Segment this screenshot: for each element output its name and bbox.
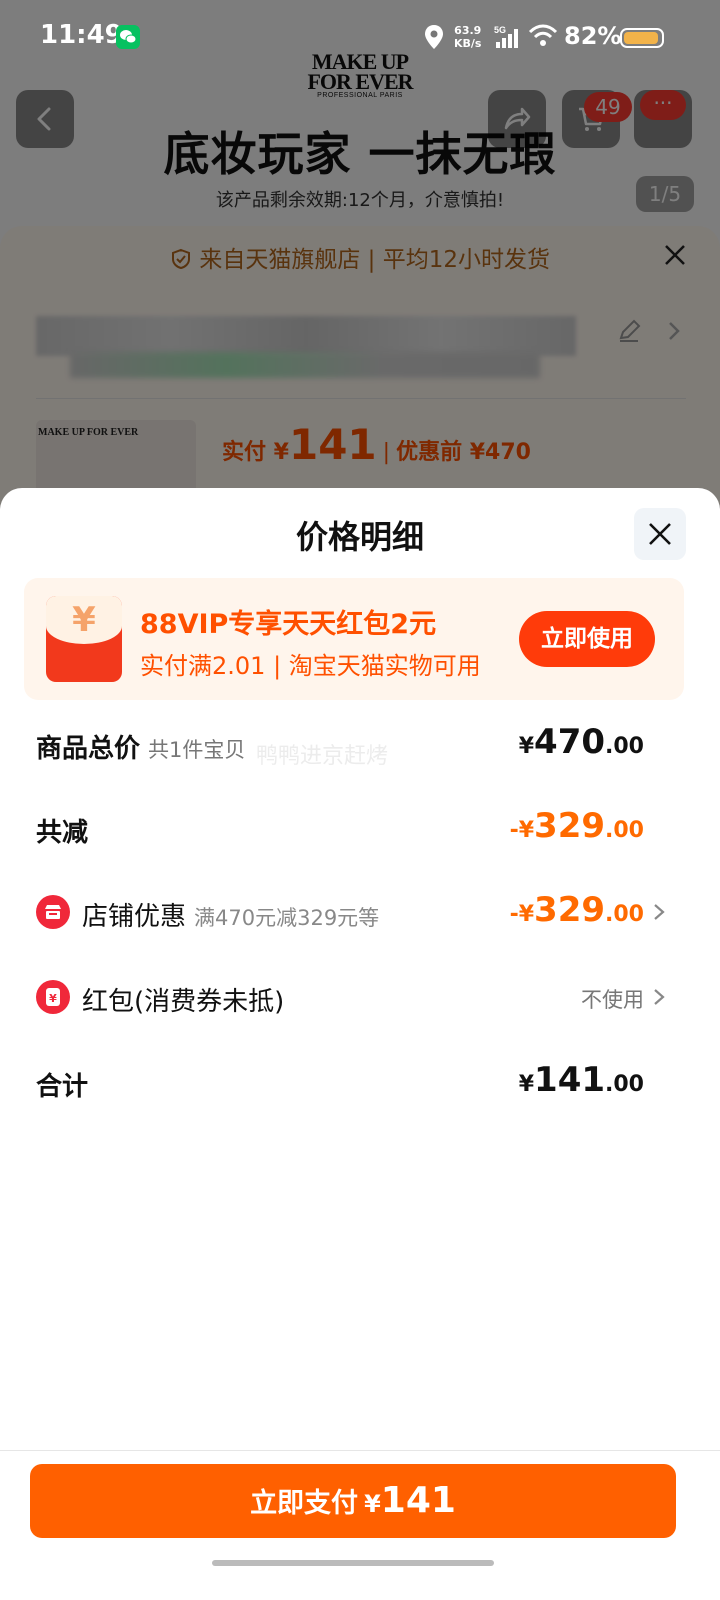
sheet-title: 价格明细	[295, 518, 424, 556]
wechat-icon	[116, 25, 140, 49]
pay-now-button[interactable]: 立即支付 ¥141	[30, 1464, 676, 1538]
red-packet-row[interactable]: 红包(消费券未抵)	[82, 981, 284, 1018]
status-bar: 11:49 63.9 KB/s 5G 82%	[0, 0, 720, 74]
status-time: 11:49	[40, 20, 123, 50]
chevron-right-icon[interactable]	[652, 987, 666, 1007]
store-discount-row[interactable]: 店铺优惠 满470元减329元等	[82, 896, 379, 933]
total-label: 合计	[36, 1072, 89, 1102]
store-discount-amount: -¥329.00	[509, 890, 644, 930]
red-packet-value[interactable]: 不使用	[581, 984, 644, 1014]
red-packet-small-icon: ¥	[36, 980, 70, 1014]
item-count: 共1件宝贝	[148, 738, 246, 762]
sheet-close-button[interactable]	[634, 508, 686, 560]
promo-subtitle: 实付满2.01 | 淘宝天猫实物可用	[140, 652, 481, 680]
close-icon	[649, 523, 671, 545]
use-now-button[interactable]: 立即使用	[519, 611, 655, 667]
svg-text:5G: 5G	[494, 25, 506, 35]
chevron-right-icon[interactable]	[652, 902, 666, 922]
battery-icon	[620, 28, 664, 48]
location-icon	[425, 25, 443, 49]
total-discount-amount: -¥329.00	[509, 806, 644, 846]
red-packet-icon: ¥	[46, 596, 122, 682]
battery-percent: 82%	[564, 22, 622, 50]
subtotal-amount: ¥470.00	[518, 722, 644, 762]
promo-title: 88VIP专享天天红包2元	[140, 609, 437, 640]
subtotal-label: 商品总价 共1件宝贝	[36, 734, 246, 764]
svg-text:¥: ¥	[49, 992, 57, 1005]
total-amount: ¥141.00	[518, 1060, 644, 1100]
store-discount-rule: 满470元减329元等	[194, 906, 380, 930]
total-discount-label: 共减	[36, 818, 89, 848]
footer-divider	[0, 1450, 720, 1451]
cellular-signal-icon: 5G	[494, 25, 518, 48]
watermark: 鸭鸭进京赶烤	[256, 744, 389, 769]
network-speed: 63.9 KB/s	[454, 24, 482, 50]
store-discount-icon	[36, 895, 70, 929]
wifi-icon	[528, 24, 558, 46]
home-indicator[interactable]	[212, 1560, 494, 1566]
